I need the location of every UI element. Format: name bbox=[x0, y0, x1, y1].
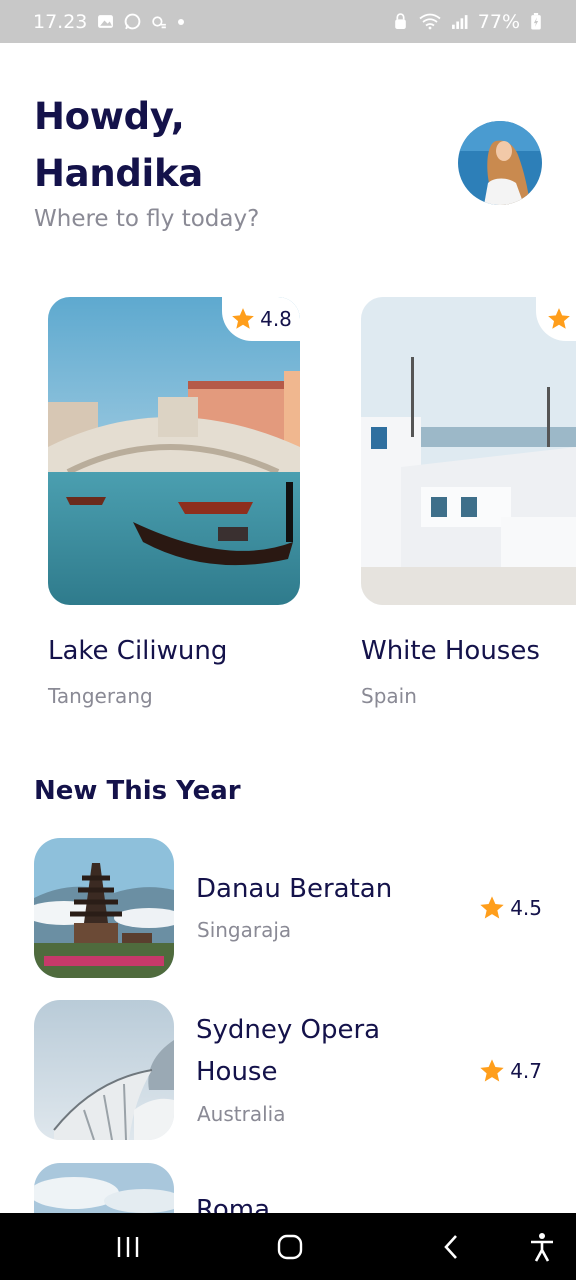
list-item-thumbnail[interactable] bbox=[34, 1163, 174, 1213]
featured-location: Spain bbox=[361, 684, 417, 708]
battery-charging-icon bbox=[531, 13, 541, 30]
battery-percentage: 77% bbox=[477, 10, 520, 33]
featured-title: White Houses bbox=[361, 636, 540, 666]
avatar[interactable] bbox=[458, 121, 542, 205]
rating-value: 4.8 bbox=[260, 307, 292, 331]
list-item-rating: 4.5 bbox=[478, 894, 542, 922]
star-icon bbox=[232, 308, 254, 329]
list-item-title: Sydney Opera House bbox=[196, 1015, 381, 1087]
home-button[interactable] bbox=[272, 1231, 308, 1263]
list-item-location: Australia bbox=[197, 1102, 286, 1126]
recent-apps-icon bbox=[117, 1237, 139, 1257]
notification-dot-icon bbox=[178, 18, 185, 25]
featured-location: Tangerang bbox=[48, 684, 153, 708]
greeting-line-1: Howdy, bbox=[34, 95, 185, 138]
lock-icon bbox=[394, 13, 406, 29]
venice-photo bbox=[48, 297, 300, 605]
rating-value: 4.7 bbox=[510, 1059, 542, 1083]
list-item-thumbnail[interactable] bbox=[34, 838, 174, 978]
greeting-heading: Howdy, Handika bbox=[34, 88, 203, 202]
featured-card-lake-ciliwung[interactable]: 4.8 bbox=[48, 297, 300, 605]
star-icon bbox=[480, 1059, 504, 1082]
opera-house-photo bbox=[34, 1000, 174, 1140]
accessibility-icon bbox=[531, 1233, 553, 1262]
status-bar: 17.23 77% bbox=[0, 0, 576, 43]
rating-badge: 4.8 bbox=[222, 297, 300, 341]
avatar-photo bbox=[458, 121, 542, 205]
gallery-icon bbox=[98, 15, 114, 28]
recent-apps-button[interactable] bbox=[110, 1231, 146, 1263]
pagoda-photo bbox=[34, 838, 174, 978]
list-item-thumbnail[interactable] bbox=[34, 1000, 174, 1140]
signal-icon bbox=[451, 15, 468, 29]
whatsapp-icon bbox=[125, 13, 141, 30]
list-item-title-clip: Roma bbox=[196, 1163, 396, 1213]
wifi-icon bbox=[419, 13, 441, 30]
system-navigation-bar bbox=[0, 1213, 576, 1280]
section-title-new-this-year: New This Year bbox=[34, 776, 241, 806]
list-item-location: Singaraja bbox=[197, 918, 292, 942]
star-icon bbox=[480, 896, 504, 919]
featured-title: Lake Ciliwung bbox=[48, 636, 228, 666]
greeting-name: Handika bbox=[34, 152, 203, 195]
list-item-rating: 4.7 bbox=[478, 1057, 542, 1085]
list-item-title: Danau Beratan bbox=[196, 874, 393, 904]
white-houses-photo bbox=[361, 297, 576, 605]
list-item-title: Roma bbox=[196, 1195, 271, 1213]
back-button[interactable] bbox=[433, 1231, 469, 1263]
roma-photo bbox=[34, 1163, 174, 1213]
rating-value: 4.5 bbox=[510, 896, 542, 920]
home-icon bbox=[277, 1234, 303, 1260]
featured-card-white-houses[interactable] bbox=[361, 297, 576, 605]
status-time: 17.23 bbox=[33, 10, 88, 33]
accessibility-button[interactable] bbox=[524, 1231, 560, 1263]
weather-icon bbox=[152, 16, 167, 29]
star-icon bbox=[548, 308, 570, 329]
back-icon bbox=[444, 1235, 457, 1259]
subtitle: Where to fly today? bbox=[34, 206, 260, 232]
